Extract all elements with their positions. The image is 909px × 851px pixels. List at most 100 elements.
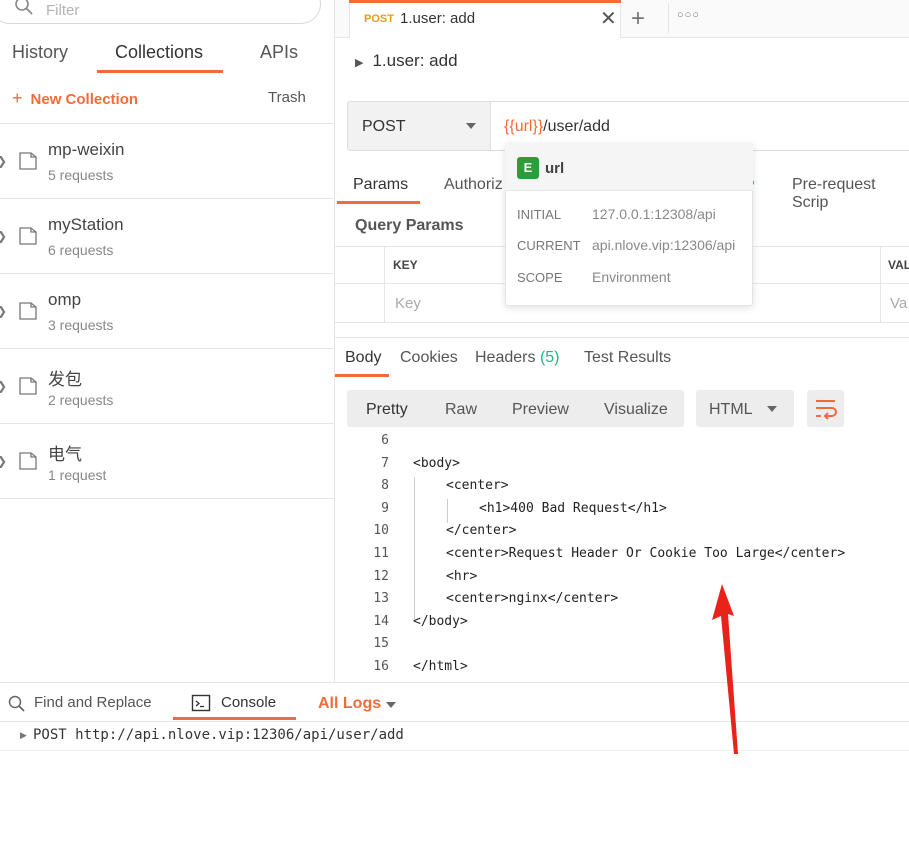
url-path: /user/add — [543, 118, 610, 135]
tab-cookies[interactable]: Cookies — [400, 349, 458, 367]
tab-collections[interactable]: Collections — [115, 42, 203, 63]
code-line: <body> — [413, 455, 460, 471]
raw-button[interactable]: Raw — [445, 401, 477, 419]
tooltip-value: api.nlove.vip:12306/api — [592, 237, 736, 253]
collection-count: 1 request — [48, 467, 107, 483]
collection-icon — [19, 227, 37, 245]
collection-count: 5 requests — [48, 167, 114, 183]
caret-right-icon: ▶ — [355, 57, 364, 69]
collection-icon — [19, 452, 37, 470]
code-line: <h1>400 Bad Request</h1> — [479, 500, 667, 516]
caret-right-icon[interactable]: ▶ — [20, 730, 27, 741]
format-select[interactable]: HTML — [696, 390, 794, 427]
tooltip-label: SCOPE — [517, 270, 563, 285]
code-line: <center> — [446, 478, 509, 494]
indent-guide — [447, 499, 448, 523]
filter-input[interactable]: Filter — [0, 0, 321, 24]
active-tab-indicator — [335, 374, 389, 377]
line-number: 8 — [381, 478, 389, 494]
preview-button[interactable]: Preview — [512, 401, 569, 419]
chevron-right-icon[interactable]: ❯ — [0, 379, 7, 393]
tooltip-label: CURRENT — [517, 238, 581, 253]
column-header-key: KEY — [393, 258, 418, 272]
method-select[interactable]: POST — [347, 101, 491, 151]
line-number: 14 — [373, 613, 389, 629]
more-icon: ○○○ — [677, 9, 700, 21]
query-params-title: Query Params — [355, 217, 464, 234]
active-tab-indicator — [97, 70, 223, 73]
variable-name: url — [545, 160, 565, 177]
active-tab-indicator — [337, 201, 420, 204]
key-input[interactable]: Key — [395, 295, 421, 312]
collection-item[interactable]: ❯ omp 3 requests — [0, 274, 335, 349]
chevron-down-icon[interactable] — [386, 702, 396, 708]
new-collection-button[interactable]: + New Collection — [12, 88, 138, 109]
collection-count: 3 requests — [48, 317, 114, 333]
collection-item[interactable]: ❯ mp-weixin 5 requests — [0, 124, 335, 199]
more-tabs-button[interactable]: ○○○ — [668, 3, 704, 33]
code-line: <hr> — [446, 568, 478, 584]
divider — [335, 337, 909, 338]
tab-test-results[interactable]: Test Results — [584, 349, 671, 367]
postman-window: Filter History Collections APIs + New Col… — [0, 0, 909, 851]
filter-placeholder: Filter — [46, 2, 80, 19]
code-line: </body> — [413, 613, 468, 629]
line-number: 12 — [373, 568, 389, 584]
headers-label: Headers — [475, 349, 536, 366]
chevron-right-icon[interactable]: ❯ — [0, 229, 7, 243]
wrap-lines-button[interactable] — [807, 390, 844, 427]
tab-history[interactable]: History — [12, 42, 68, 63]
code-line: <center>nginx</center> — [446, 591, 619, 607]
collection-count: 2 requests — [48, 392, 114, 408]
chevron-right-icon[interactable]: ❯ — [0, 454, 7, 468]
line-number: 9 — [381, 500, 389, 516]
url-variable[interactable]: {{url}} — [504, 118, 543, 135]
visualize-button[interactable]: Visualize — [604, 401, 668, 419]
column-header-value: VAL — [888, 258, 909, 272]
format-value: HTML — [709, 401, 753, 418]
chevron-right-icon[interactable]: ❯ — [0, 304, 7, 318]
pretty-button[interactable]: Pretty — [366, 401, 408, 419]
request-breadcrumb[interactable]: ▶ 1.user: add — [355, 51, 458, 71]
tab-apis[interactable]: APIs — [260, 42, 298, 63]
collection-item[interactable]: ❯ myStation 6 requests — [0, 199, 335, 274]
chevron-right-icon[interactable]: ❯ — [0, 154, 7, 168]
close-icon[interactable]: ✕ — [600, 6, 617, 31]
environment-badge: E — [517, 157, 539, 179]
tooltip-value: Environment — [592, 269, 671, 285]
tab-body[interactable]: Body — [345, 349, 381, 367]
tab-params[interactable]: Params — [353, 176, 408, 194]
active-tab-indicator — [173, 717, 296, 720]
tab-title: 1.user: add — [400, 10, 476, 27]
line-number: 11 — [373, 546, 389, 561]
tooltip-header — [505, 143, 753, 191]
divider — [0, 750, 909, 751]
console-icon — [191, 693, 211, 718]
code-line: <center>Request Header Or Cookie Too Lar… — [446, 546, 846, 561]
annotation-arrow — [712, 584, 738, 754]
divider — [384, 246, 385, 323]
request-tab[interactable]: POST 1.user: add ✕ — [349, 0, 621, 38]
collection-name: 电气 — [48, 445, 82, 464]
log-filter-select[interactable]: All Logs — [318, 695, 381, 713]
tab-authorization[interactable]: Authoriz — [444, 176, 503, 194]
code-line: </html> — [413, 659, 468, 674]
log-entry[interactable]: POST http://api.nlove.vip:12306/api/user… — [33, 727, 404, 743]
line-number: 13 — [373, 591, 389, 607]
line-number: 6 — [381, 433, 389, 448]
trash-button[interactable]: Trash — [268, 89, 306, 106]
collection-name: mp-weixin — [48, 140, 125, 159]
collection-item[interactable]: ❯ 电气 1 request — [0, 424, 335, 499]
value-input[interactable]: Va — [890, 295, 907, 312]
tab-pre-request-script[interactable]: Pre-request Scrip — [792, 176, 909, 212]
find-replace-button[interactable]: Find and Replace — [34, 694, 152, 711]
new-tab-button[interactable]: + — [631, 5, 645, 33]
tab-method-badge: POST — [364, 13, 394, 25]
console-tab[interactable]: Console — [221, 694, 276, 711]
collection-icon — [19, 302, 37, 320]
tab-headers[interactable]: Headers (5) — [475, 349, 560, 367]
collection-item[interactable]: ❯ 发包 2 requests — [0, 349, 335, 424]
plus-icon: + — [12, 88, 23, 108]
sidebar: Filter History Collections APIs + New Col… — [0, 0, 335, 682]
line-number: 15 — [373, 636, 389, 652]
